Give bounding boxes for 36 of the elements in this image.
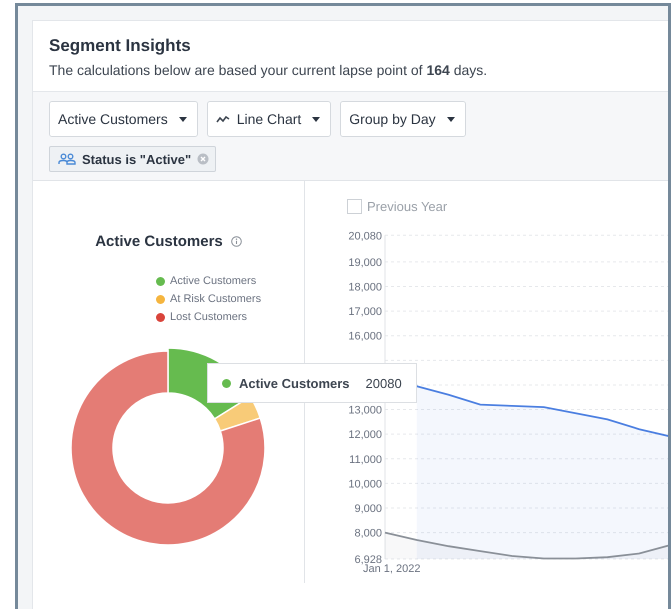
legend-label: Lost Customers: [170, 311, 248, 323]
axis-label: 12,000: [348, 429, 382, 442]
axis-label: 6,928: [354, 554, 382, 566]
line-chart-icon: [216, 114, 230, 124]
people-icon: [58, 153, 76, 165]
axis-label: 20,080: [348, 230, 382, 242]
description-text: The calculations below are based your current lapse point of 164 days.: [49, 61, 488, 79]
info-icon[interactable]: [230, 236, 242, 247]
axis-label: 10,000: [348, 478, 382, 490]
tooltip-value: 20080: [366, 376, 402, 390]
axis-label: 17,000: [348, 306, 382, 318]
axis-label: 13,000: [348, 404, 382, 417]
panel-title: Segment Insights: [49, 35, 192, 57]
chart-title: Active Customers: [95, 233, 223, 250]
axis-label: Jan 1, 2022: [363, 563, 420, 575]
checkbox[interactable]: [347, 199, 362, 214]
dropdown-button[interactable]: Active Customers: [49, 101, 198, 137]
caret-icon: [178, 116, 187, 122]
tooltip-dot: [222, 378, 231, 388]
remove-icon[interactable]: [197, 153, 210, 165]
caret-icon: [446, 116, 455, 122]
chip-label: Status is "Active": [82, 152, 192, 166]
axis-label: 19,000: [348, 256, 382, 269]
caret-icon: [312, 116, 320, 122]
dropdown-button[interactable]: Group by Day: [340, 101, 466, 137]
axis-label: 16,000: [348, 330, 382, 343]
filter-chip[interactable]: Status is "Active": [49, 146, 216, 172]
legend-label: Active Customers: [170, 275, 256, 287]
tooltip-label: Active Customers: [239, 376, 350, 390]
dropdown-button[interactable]: Line Chart: [206, 101, 332, 137]
checkbox-label: Previous Year: [367, 199, 448, 214]
axis-label: 9,000: [354, 503, 382, 515]
axis-label: 8,000: [354, 528, 382, 540]
axis-label: 11,000: [349, 454, 382, 466]
legend-label: At Risk Customers: [170, 293, 262, 305]
axis-label: 18,000: [348, 282, 382, 294]
